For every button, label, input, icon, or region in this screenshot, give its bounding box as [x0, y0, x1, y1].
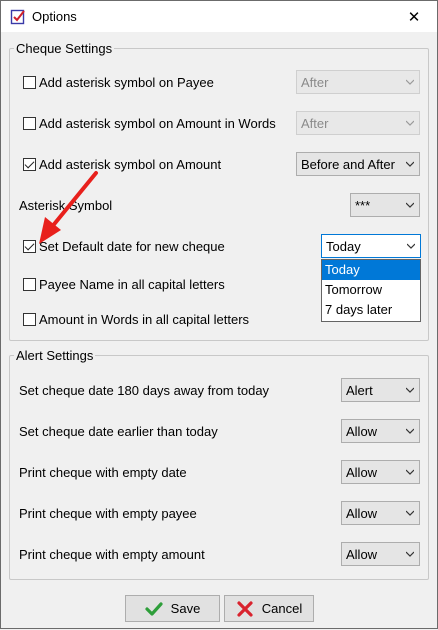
save-label: Save: [170, 601, 201, 616]
amount-asterisk-label[interactable]: Add asterisk symbol on Amount: [39, 157, 221, 172]
option-today[interactable]: Today: [322, 260, 420, 280]
default-date-options-list: Today Tomorrow 7 days later: [321, 259, 421, 322]
chevron-down-icon: [407, 243, 415, 249]
default-date-checkbox[interactable]: [23, 240, 36, 253]
window-title: Options: [32, 9, 77, 24]
alert-label: Print cheque with empty amount: [19, 547, 205, 562]
chevron-down-icon: [406, 120, 414, 126]
options-window: Options ✕ Cheque Settings Add asterisk s…: [0, 0, 438, 629]
asterisk-symbol-label: Asterisk Symbol: [19, 198, 113, 213]
payee-asterisk-position-select[interactable]: After: [296, 70, 420, 94]
alert-label: Set cheque date earlier than today: [19, 424, 218, 439]
select-value: Allow: [346, 546, 378, 562]
alert-row-180-days: Set cheque date 180 days away from today: [19, 383, 269, 398]
chevron-down-icon: [406, 202, 414, 208]
payee-asterisk-row: Add asterisk symbol on Payee: [23, 75, 214, 90]
alert-row-earlier-date: Set cheque date earlier than today: [19, 424, 218, 439]
title-bar: Options ✕: [1, 1, 437, 32]
alert-settings-legend: Alert Settings: [16, 348, 94, 363]
words-asterisk-label[interactable]: Add asterisk symbol on Amount in Words: [39, 116, 276, 131]
words-asterisk-position-select[interactable]: After: [296, 111, 420, 135]
select-value: After: [301, 115, 329, 131]
chevron-down-icon: [406, 469, 414, 475]
alert-180-days-select[interactable]: Alert: [341, 378, 420, 402]
chevron-down-icon: [406, 79, 414, 85]
amount-asterisk-checkbox[interactable]: [23, 158, 36, 171]
payee-caps-label[interactable]: Payee Name in all capital letters: [39, 277, 225, 292]
alert-label: Print cheque with empty payee: [19, 506, 197, 521]
alert-empty-amount-select[interactable]: Allow: [341, 542, 420, 566]
alert-empty-payee-select[interactable]: Allow: [341, 501, 420, 525]
cheque-settings-legend: Cheque Settings: [16, 41, 113, 56]
asterisk-symbol-select[interactable]: ***: [350, 193, 420, 217]
app-checklist-icon: [10, 9, 25, 25]
cancel-button[interactable]: Cancel: [224, 595, 314, 622]
close-icon: ✕: [407, 8, 421, 26]
alert-label: Set cheque date 180 days away from today: [19, 383, 270, 398]
payee-caps-checkbox[interactable]: [23, 278, 36, 291]
save-button[interactable]: Save: [125, 595, 220, 622]
select-value: Alert: [346, 382, 373, 398]
select-value: Allow: [346, 423, 378, 439]
select-value: Allow: [346, 464, 378, 480]
amount-asterisk-position-select[interactable]: Before and After: [296, 152, 420, 176]
select-value: After: [301, 74, 329, 90]
option-7-days-later[interactable]: 7 days later: [322, 300, 420, 320]
payee-asterisk-checkbox[interactable]: [23, 76, 36, 89]
default-date-select[interactable]: Today: [321, 234, 421, 258]
option-tomorrow[interactable]: Tomorrow: [322, 280, 420, 300]
cancel-x-icon: [237, 600, 253, 617]
select-value: Allow: [346, 505, 378, 521]
words-caps-checkbox[interactable]: [23, 313, 36, 326]
chevron-down-icon: [406, 551, 414, 557]
default-date-row: Set Default date for new cheque: [23, 239, 225, 254]
select-value: Before and After: [301, 156, 395, 172]
alert-row-empty-payee: Print cheque with empty payee: [19, 506, 197, 521]
chevron-down-icon: [406, 428, 414, 434]
close-button[interactable]: ✕: [391, 1, 437, 32]
checkmark-icon: [145, 601, 163, 616]
asterisk-symbol-row: Asterisk Symbol: [19, 198, 112, 213]
alert-earlier-date-select[interactable]: Allow: [341, 419, 420, 443]
cancel-label: Cancel: [261, 601, 303, 616]
chevron-down-icon: [406, 161, 414, 167]
words-asterisk-row: Add asterisk symbol on Amount in Words: [23, 116, 276, 131]
payee-caps-row: Payee Name in all capital letters: [23, 277, 225, 292]
chevron-down-icon: [406, 510, 414, 516]
payee-asterisk-label[interactable]: Add asterisk symbol on Payee: [39, 75, 214, 90]
alert-empty-date-select[interactable]: Allow: [341, 460, 420, 484]
select-value: ***: [355, 197, 371, 213]
words-asterisk-checkbox[interactable]: [23, 117, 36, 130]
words-caps-row: Amount in Words in all capital letters: [23, 312, 249, 327]
select-value: Today: [326, 238, 361, 254]
alert-row-empty-date: Print cheque with empty date: [19, 465, 187, 480]
alert-row-empty-amount: Print cheque with empty amount: [19, 547, 205, 562]
words-caps-label[interactable]: Amount in Words in all capital letters: [39, 312, 249, 327]
chevron-down-icon: [406, 387, 414, 393]
default-date-label[interactable]: Set Default date for new cheque: [39, 239, 225, 254]
alert-label: Print cheque with empty date: [19, 465, 187, 480]
amount-asterisk-row: Add asterisk symbol on Amount: [23, 157, 221, 172]
